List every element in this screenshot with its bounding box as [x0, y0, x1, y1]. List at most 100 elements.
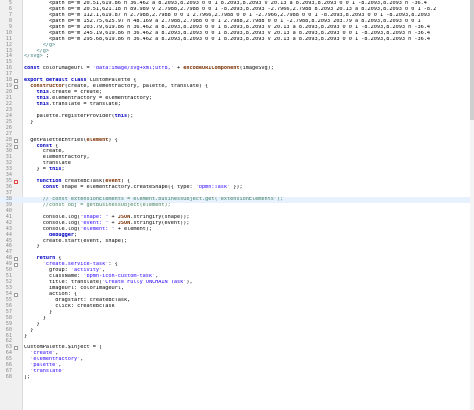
token-text: create.start(event, shape);: [24, 238, 128, 244]
token-text: +: [108, 220, 118, 226]
code-text: ];: [24, 375, 474, 381]
token-str: 'bpmn-icon-custom-task': [83, 274, 156, 280]
token-kw: return: [36, 256, 56, 262]
token-text: .translate = translate;: [49, 101, 121, 107]
token-text: <path d="m 203.79,619.86 h 36.462 a 8.20…: [24, 24, 431, 30]
token-text: ,: [58, 363, 62, 369]
token-text: } =: [24, 167, 49, 173]
token-fn: event: [105, 179, 121, 185]
fold-toggle-icon[interactable]: [14, 257, 18, 262]
token-str: 'bpmn:Task': [195, 185, 231, 191]
token-text: (create, elementFactory, palette, transl…: [64, 84, 209, 90]
token-text: {: [52, 143, 59, 149]
token-text: }: [24, 119, 34, 125]
token-text: className:: [24, 274, 84, 280]
token-cm: //const obj = getBusinessObject(element)…: [24, 202, 171, 208]
token-str: 'Create Fully ONCHAIN Task': [102, 280, 187, 286]
token-text: shape = elementFactory.createShape({ typ…: [58, 185, 196, 191]
token-text: ) {: [120, 179, 131, 185]
token-kw: export default class: [24, 78, 87, 84]
token-text: <path d="m 152.75,625.97 h 48.169 a 2.79…: [24, 18, 421, 24]
token-text: CustomPalette.$inject = [: [24, 345, 103, 351]
token-str: "event: ": [80, 220, 109, 226]
token-fn: encodeURIComponent: [183, 66, 240, 72]
token-text: palette.registerProvider(: [24, 113, 115, 119]
token-text: ) {: [108, 137, 118, 143]
token-text: ;: [74, 232, 78, 238]
token-str: 'create': [30, 351, 56, 357]
token-kw: this: [49, 167, 62, 173]
token-text: ];: [24, 375, 31, 381]
token-kw: function: [36, 179, 62, 185]
fold-toggle-icon[interactable]: [14, 138, 18, 143]
token-text: .elementFactory = elementFactory;: [49, 96, 153, 101]
token-text: .stringify(event));: [130, 220, 190, 226]
code-lines: 5 <path d="m 20.51,619.86 h 36.462 a 8.2…: [0, 0, 474, 381]
breakpoint-fold-icon[interactable]: [14, 180, 18, 185]
scrollbar-thumb[interactable]: [470, 0, 474, 120]
line-number: 68: [5, 374, 12, 381]
token-text: action: {: [24, 291, 78, 297]
token-tag: </svg>`: [24, 54, 46, 60]
fold-toggle-icon[interactable]: [14, 144, 18, 149]
token-text: ),: [186, 280, 193, 286]
token-text: createBcTask(: [61, 179, 106, 185]
token-text: +: [108, 214, 118, 220]
token-text: console.log(: [24, 220, 81, 226]
token-kw: this: [36, 101, 50, 107]
fold-toggle-icon[interactable]: [14, 85, 18, 90]
token-text: }: [24, 244, 40, 250]
token-str: 'activity': [70, 268, 103, 274]
token-text: getPaletteEntries(: [24, 137, 87, 143]
fold-toggle-icon[interactable]: [14, 346, 18, 351]
fold-toggle-icon[interactable]: [14, 263, 18, 268]
code-line[interactable]: 68];: [0, 374, 474, 381]
token-text: }: [24, 315, 46, 321]
token-text: CustomPalette {: [86, 78, 137, 84]
token-text: <path d="m 295.68,619.86 h 36.462 a 8.20…: [24, 36, 431, 42]
token-str: 'data:image/svg+xml;utf8,': [92, 66, 174, 72]
token-kw: this: [114, 113, 128, 119]
token-text: ,: [155, 274, 159, 280]
token-text: translate: [24, 161, 71, 167]
token-text: <path d="m 20.51,621.18 h 89.989 v 2.798…: [24, 6, 437, 12]
code-editor[interactable]: 5 <path d="m 20.51,619.86 h 36.462 a 8.2…: [0, 0, 474, 410]
token-str: 'elementFactory': [30, 357, 81, 363]
token-text: : {: [108, 262, 118, 268]
token-text: (imageSvg);: [239, 66, 274, 72]
token-text: .create = create;: [49, 90, 103, 96]
token-str: 'create.service-task': [42, 262, 109, 268]
token-text: group:: [24, 268, 71, 274]
token-fn: constructor: [30, 84, 65, 90]
token-text: ;: [45, 54, 49, 60]
token-kw: const: [24, 66, 40, 72]
token-tag: </g>: [24, 48, 49, 54]
fold-toggle-icon[interactable]: [14, 79, 18, 84]
token-text: colorImageUrl =: [39, 66, 93, 72]
token-kw: debugger: [49, 232, 74, 238]
token-fn: JSON: [117, 214, 131, 220]
token-text: }: [24, 327, 34, 333]
token-text: console.log(: [24, 226, 81, 232]
token-kw: const: [42, 185, 59, 191]
token-text: ,: [55, 351, 59, 357]
token-text: <path d="m 112.1,619.87 h 2.7988,2.7988 …: [24, 12, 431, 18]
token-cm: // const extensionElements = element.bus…: [24, 196, 284, 202]
token-tag: </g>: [24, 42, 56, 48]
token-kw: const: [36, 143, 53, 149]
token-text: +: [173, 66, 184, 72]
vertical-scrollbar[interactable]: [470, 0, 474, 410]
token-text: + element);: [114, 226, 153, 232]
fold-toggle-icon[interactable]: [14, 292, 18, 297]
token-fn: element: [86, 137, 109, 143]
token-text: ;: [61, 167, 65, 173]
token-text: console.log(: [24, 214, 81, 220]
token-text: dragstart: createBcTask,: [24, 297, 131, 303]
